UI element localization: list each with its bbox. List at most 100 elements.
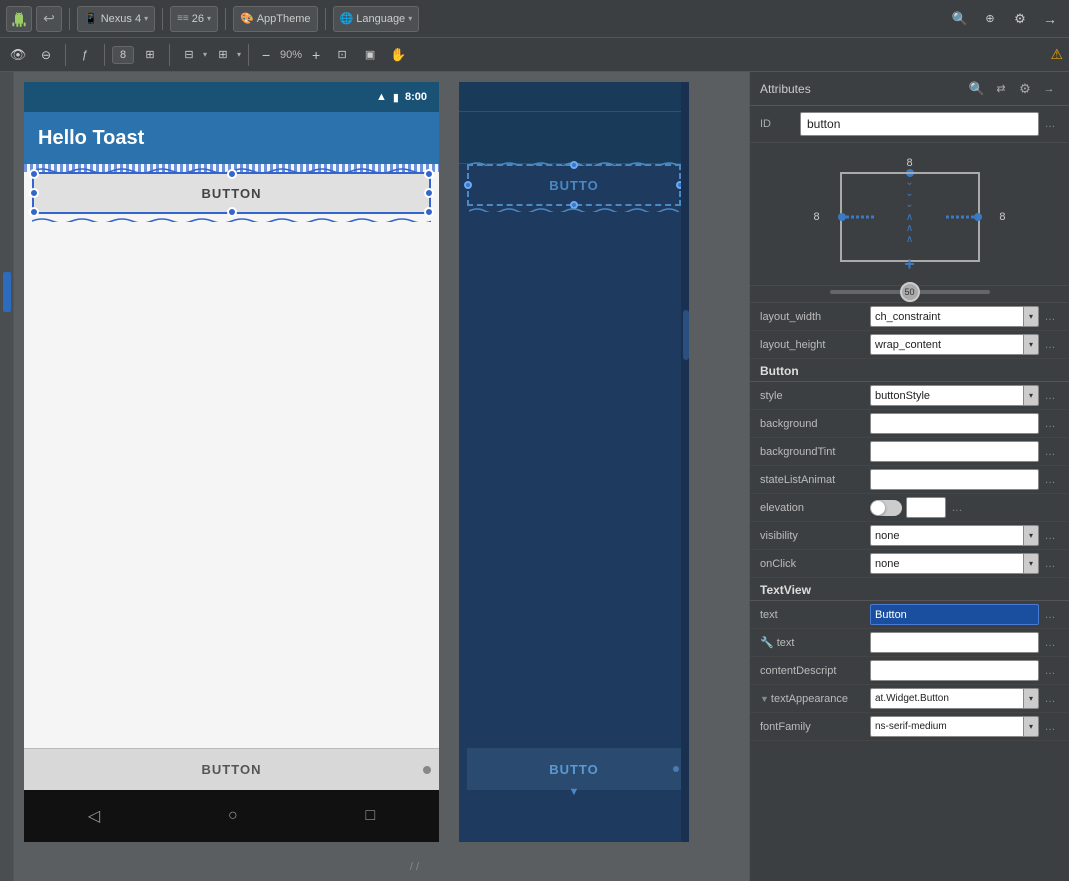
attr-visibility-value[interactable]: none	[870, 525, 1023, 546]
phone-icon: 📱	[84, 12, 98, 25]
zoom-plus-btn[interactable]: +	[306, 45, 326, 65]
cd-handle-left[interactable]	[838, 213, 846, 221]
cd-spring-right	[946, 216, 974, 219]
attr-statelistanimat-dots[interactable]: …	[1041, 471, 1059, 489]
attr-textappearance-arrow[interactable]: ▾	[1023, 688, 1039, 709]
attr-settings-icon[interactable]: ⚙	[1015, 79, 1035, 99]
fit-screen-icon-btn[interactable]: ⊡	[330, 43, 354, 67]
blueprint-bottom-button[interactable]: BUTTO	[467, 748, 681, 790]
align-left-icon-btn[interactable]: ⊟	[177, 43, 201, 67]
grid-icon-btn[interactable]: ⊞	[138, 43, 162, 67]
blueprint-selected-button[interactable]: BUTTO	[467, 164, 681, 206]
zoom-minus-btn[interactable]: −	[256, 45, 276, 65]
constraint-slider-track[interactable]: 50	[830, 290, 990, 294]
attr-visibility-dots[interactable]: …	[1041, 527, 1059, 545]
attr-textappearance-dots[interactable]: …	[1041, 690, 1059, 708]
layout-width-arrow[interactable]: ▾	[1023, 306, 1039, 327]
curve-icon-btn[interactable]: ƒ	[73, 43, 97, 67]
attr-textappearance-value[interactable]: at.Widget.Button	[870, 688, 1023, 709]
attr-style-dots[interactable]: …	[1041, 387, 1059, 405]
device-dropdown[interactable]: 📱 Nexus 4 ▾	[77, 6, 155, 32]
attr-id-input[interactable]	[800, 112, 1039, 136]
handle-tl[interactable]	[29, 169, 39, 179]
attr-fontfamily-dots[interactable]: …	[1041, 718, 1059, 736]
wavy-bottom	[32, 214, 431, 222]
attr-background-dots[interactable]: …	[1041, 415, 1059, 433]
cd-spring-left	[846, 216, 874, 219]
attr-style-value[interactable]: buttonStyle	[870, 385, 1023, 406]
margin-number[interactable]: 8	[112, 46, 134, 64]
magnet-icon-btn[interactable]: ⊖	[34, 43, 58, 67]
distribute-chevron[interactable]: ▾	[237, 50, 241, 59]
theme-label: AppTheme	[257, 13, 311, 25]
attr-collapse-icon[interactable]: →	[1039, 79, 1059, 99]
layout-height-value[interactable]: wrap_content	[870, 334, 1023, 355]
handle-right[interactable]	[424, 188, 434, 198]
attr-background-label: background	[760, 418, 870, 430]
layout-width-value[interactable]: ch_constraint	[870, 306, 1023, 327]
separator-4	[325, 8, 326, 30]
distribute-icon-btn[interactable]: ⊞	[211, 43, 235, 67]
attr-style-arrow[interactable]: ▾	[1023, 385, 1039, 406]
attr-text-wrench-input[interactable]	[870, 632, 1039, 653]
android-icon-btn[interactable]	[6, 6, 32, 32]
attr-backgroundtint-input[interactable]	[870, 441, 1039, 462]
layout-height-dots[interactable]: …	[1041, 336, 1059, 354]
cd-number-left: 8	[814, 211, 820, 223]
attr-contentdescript-input[interactable]	[870, 660, 1039, 681]
layout-width-dots[interactable]: …	[1041, 308, 1059, 326]
settings-icon-btn[interactable]: ⚙	[1007, 6, 1033, 32]
elevation-toggle[interactable]	[870, 500, 902, 516]
undo-icon-btn[interactable]: ↩	[36, 6, 62, 32]
blueprint-scrollbar[interactable]	[681, 82, 689, 842]
attr-background-input[interactable]	[870, 413, 1039, 434]
attr-text-wrench-dots[interactable]: …	[1041, 634, 1059, 652]
attr-fontfamily-value[interactable]: ns-serif-medium	[870, 716, 1023, 737]
attr-arrow-icon[interactable]: ⇄	[991, 79, 1011, 99]
eye-icon-btn[interactable]: 👁	[6, 43, 30, 67]
layout-height-arrow[interactable]: ▾	[1023, 334, 1039, 355]
recent-nav-icon[interactable]: □	[365, 807, 375, 825]
close-panel-icon-btn[interactable]: →	[1037, 6, 1063, 32]
zoom-control: − 90% +	[256, 45, 326, 65]
attr-contentdescript-dots[interactable]: …	[1041, 662, 1059, 680]
attr-statelistanimat-input[interactable]	[870, 469, 1039, 490]
attr-header-icons: 🔍 ⇄ ⚙ →	[967, 79, 1059, 99]
home-nav-icon[interactable]: ○	[228, 807, 238, 825]
attr-elevation-dots[interactable]: …	[948, 499, 966, 517]
language-dropdown[interactable]: 🌐 Language ▾	[333, 6, 420, 32]
separator-t2-1	[65, 44, 66, 66]
api-dropdown[interactable]: ≡≡ 26 ▾	[170, 6, 218, 32]
attr-fontfamily-arrow[interactable]: ▾	[1023, 716, 1039, 737]
constraint-slider-thumb[interactable]: 50	[900, 282, 920, 302]
attr-onclick-value[interactable]: none	[870, 553, 1023, 574]
selected-button-container[interactable]: BUTTON	[32, 172, 431, 214]
search-icon-btn[interactable]: 🔍	[947, 6, 973, 32]
attr-onclick-arrow[interactable]: ▾	[1023, 553, 1039, 574]
back-nav-icon[interactable]: ◁	[88, 806, 100, 826]
bp-handle-left[interactable]	[464, 181, 472, 189]
attr-text-input[interactable]	[870, 604, 1039, 625]
attr-id-dots[interactable]: …	[1041, 115, 1059, 133]
attr-row-statelistanimat: stateListAnimat …	[750, 466, 1069, 494]
attr-style-label: style	[760, 390, 870, 402]
align-chevron[interactable]: ▾	[203, 50, 207, 59]
device-screen-icon-btn[interactable]: ▣	[358, 43, 382, 67]
attr-search-icon[interactable]: 🔍	[967, 79, 987, 99]
target-icon-btn[interactable]: ⊕	[977, 6, 1003, 32]
bottom-button[interactable]: BUTTON	[24, 748, 439, 790]
handle-top[interactable]	[227, 169, 237, 179]
handle-left[interactable]	[29, 188, 39, 198]
cd-plus-icon[interactable]: +	[904, 254, 915, 275]
cd-handle-right[interactable]	[974, 213, 982, 221]
theme-dropdown[interactable]: 🎨 AppTheme	[233, 6, 318, 32]
handle-tr[interactable]	[424, 169, 434, 179]
attr-onclick-dots[interactable]: …	[1041, 555, 1059, 573]
attr-backgroundtint-dots[interactable]: …	[1041, 443, 1059, 461]
attr-visibility-arrow[interactable]: ▾	[1023, 525, 1039, 546]
pan-icon-btn[interactable]: ✋	[386, 43, 410, 67]
elevation-input[interactable]	[906, 497, 946, 518]
bp-handle-top[interactable]	[570, 161, 578, 169]
design-button[interactable]: BUTTON	[32, 172, 431, 214]
attr-text-dots[interactable]: …	[1041, 606, 1059, 624]
